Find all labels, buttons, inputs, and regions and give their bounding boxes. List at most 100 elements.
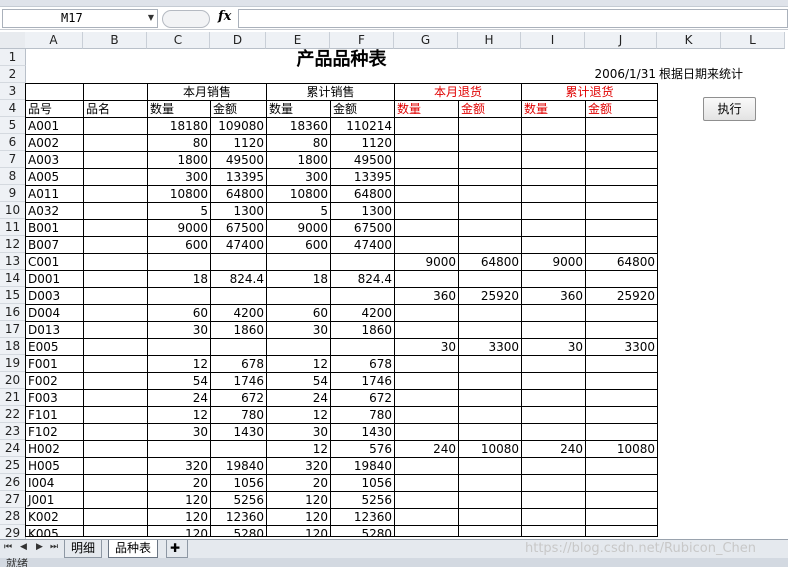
table-cell[interactable]: 20 (147, 474, 211, 492)
table-cell[interactable]: F101 (25, 406, 84, 424)
row-header[interactable]: 2 (0, 66, 26, 83)
qty-header[interactable]: 数量 (394, 100, 459, 118)
table-cell[interactable] (521, 525, 586, 537)
row-header[interactable]: 16 (0, 304, 26, 321)
table-cell[interactable] (394, 406, 459, 424)
row-header[interactable]: 28 (0, 508, 26, 525)
table-cell[interactable]: 120 (147, 491, 211, 509)
qty-header[interactable]: 数量 (266, 100, 331, 118)
table-cell[interactable] (83, 423, 148, 441)
table-cell[interactable] (458, 423, 522, 441)
table-cell[interactable]: 18 (266, 270, 331, 288)
table-cell[interactable]: 3300 (585, 338, 658, 356)
formula-expand-button[interactable] (162, 10, 210, 28)
table-cell[interactable]: 360 (521, 287, 586, 305)
table-cell[interactable]: 20 (266, 474, 331, 492)
table-cell[interactable] (83, 168, 148, 186)
table-cell[interactable]: 4200 (330, 304, 395, 322)
table-cell[interactable] (83, 202, 148, 220)
table-cell[interactable]: 3300 (458, 338, 522, 356)
qty-header[interactable]: 数量 (521, 100, 586, 118)
table-cell[interactable] (458, 474, 522, 492)
table-cell[interactable] (521, 304, 586, 322)
table-cell[interactable]: A011 (25, 185, 84, 203)
table-cell[interactable]: 5 (266, 202, 331, 220)
table-cell[interactable]: 67500 (210, 219, 267, 237)
table-cell[interactable] (266, 338, 331, 356)
table-cell[interactable]: 109080 (210, 117, 267, 135)
table-cell[interactable]: 1746 (330, 372, 395, 390)
table-cell[interactable]: 9000 (147, 219, 211, 237)
prev-sheet-icon[interactable]: ◀ (20, 542, 27, 552)
table-cell[interactable]: A001 (25, 117, 84, 135)
table-cell[interactable]: D003 (25, 287, 84, 305)
row-header[interactable]: 20 (0, 372, 26, 389)
table-cell[interactable]: 12 (147, 406, 211, 424)
table-cell[interactable] (83, 321, 148, 339)
table-cell[interactable]: 9000 (266, 219, 331, 237)
table-cell[interactable] (83, 355, 148, 373)
table-cell[interactable] (521, 406, 586, 424)
table-cell[interactable]: 1430 (210, 423, 267, 441)
name-header[interactable]: 品名 (83, 100, 148, 118)
row-header[interactable]: 9 (0, 185, 26, 202)
row-header[interactable]: 18 (0, 338, 26, 355)
table-cell[interactable] (210, 253, 267, 271)
table-cell[interactable]: 1300 (330, 202, 395, 220)
table-cell[interactable] (83, 270, 148, 288)
run-button[interactable]: 执行 (703, 97, 756, 121)
table-cell[interactable]: 1800 (147, 151, 211, 169)
table-cell[interactable]: 30 (147, 321, 211, 339)
table-cell[interactable] (394, 304, 459, 322)
table-cell[interactable]: 12 (266, 440, 331, 458)
amt-header[interactable]: 金额 (330, 100, 395, 118)
table-cell[interactable]: B001 (25, 219, 84, 237)
table-cell[interactable] (458, 355, 522, 373)
table-cell[interactable] (83, 389, 148, 407)
table-cell[interactable] (394, 185, 459, 203)
table-cell[interactable]: 64800 (585, 253, 658, 271)
table-cell[interactable]: 1430 (330, 423, 395, 441)
table-cell[interactable] (458, 508, 522, 526)
cum-sales-header[interactable]: 累计销售 (266, 83, 395, 101)
table-cell[interactable]: 10800 (147, 185, 211, 203)
table-cell[interactable] (458, 304, 522, 322)
table-cell[interactable] (83, 304, 148, 322)
cum-return-header[interactable]: 累计退货 (521, 83, 658, 101)
column-header[interactable]: C (147, 32, 210, 49)
tab-product-list[interactable]: 品种表 (108, 540, 159, 558)
row-header[interactable]: 21 (0, 389, 26, 406)
table-cell[interactable] (394, 355, 459, 373)
table-cell[interactable] (521, 168, 586, 186)
insert-sheet-icon[interactable]: ✚ (166, 540, 188, 558)
table-cell[interactable] (585, 474, 658, 492)
table-cell[interactable]: 672 (210, 389, 267, 407)
table-cell[interactable] (83, 219, 148, 237)
table-cell[interactable] (210, 287, 267, 305)
row-header[interactable]: 4 (0, 100, 26, 117)
table-cell[interactable] (458, 236, 522, 254)
row-header[interactable]: 3 (0, 83, 26, 100)
next-sheet-icon[interactable]: ▶ (36, 542, 43, 552)
column-header[interactable]: I (521, 32, 585, 49)
table-cell[interactable]: 12360 (210, 508, 267, 526)
table-cell[interactable] (394, 321, 459, 339)
table-cell[interactable]: 824.4 (330, 270, 395, 288)
table-cell[interactable] (521, 423, 586, 441)
table-cell[interactable] (210, 338, 267, 356)
table-cell[interactable] (521, 134, 586, 152)
table-cell[interactable] (521, 389, 586, 407)
table-cell[interactable] (83, 508, 148, 526)
table-cell[interactable]: 18 (147, 270, 211, 288)
table-cell[interactable] (83, 134, 148, 152)
row-header[interactable]: 26 (0, 474, 26, 491)
table-cell[interactable]: K005 (25, 525, 84, 537)
table-cell[interactable] (521, 151, 586, 169)
table-cell[interactable]: 120 (266, 508, 331, 526)
table-cell[interactable] (521, 457, 586, 475)
table-cell[interactable]: 13395 (330, 168, 395, 186)
row-header[interactable]: 24 (0, 440, 26, 457)
column-header[interactable]: A (25, 32, 83, 49)
table-cell[interactable] (83, 185, 148, 203)
table-cell[interactable]: 12360 (330, 508, 395, 526)
